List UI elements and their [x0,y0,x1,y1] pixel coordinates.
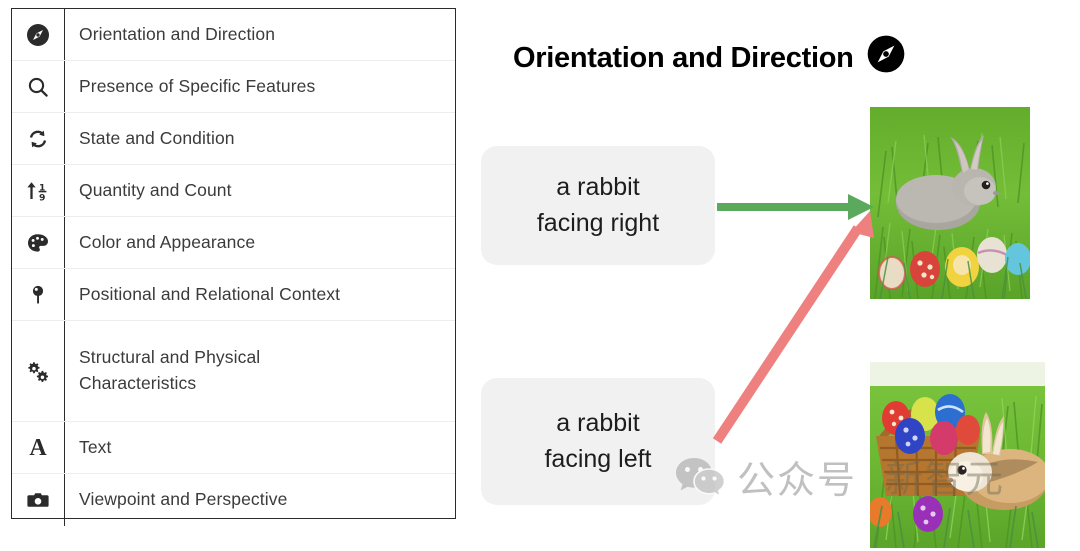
photo-rabbit-facing-left [870,362,1045,548]
caption-line-2: facing left [544,444,652,473]
palette-icon [12,217,65,268]
table-row-label: Quantity and Count [79,179,232,200]
table-row-label: Text [79,436,112,457]
caption-line-1: a rabbit [556,173,640,201]
camera-icon [12,474,65,526]
watermark-text: 公众号 [737,457,858,502]
table-row-label: Color and Appearance [79,231,256,252]
match-arrow [717,194,874,220]
table-row[interactable]: Positional and Relational Context [12,269,455,321]
caption-rabbit-facing-right: a rabbit facing right [481,146,715,265]
watermark-text-2: 新智元 [885,457,1006,501]
table-row-label: Structural and Physical Characteristics [79,347,261,393]
category-table: Orientation and Direction Presence of Sp… [11,8,456,526]
demo-panel: Orientation and Direction a rabbit facin… [470,0,1080,551]
table-row[interactable]: Color and Appearance [12,217,455,269]
compass-icon [12,9,65,60]
refresh-icon [12,113,65,164]
map-pin-icon [12,269,65,320]
wechat-watermark: 公众号 [675,455,857,504]
photo-rabbit-facing-right [870,107,1030,299]
page-title-text: Orientation and Direction [513,41,854,74]
search-icon [12,61,65,112]
svg-text:9: 9 [39,192,45,203]
table-row-label: Positional and Relational Context [79,283,341,304]
table-row-label: State and Condition [79,127,235,148]
letter-a-icon: A [12,422,65,473]
letter-a-glyph: A [29,434,47,461]
table-row[interactable]: A Text [12,422,455,474]
table-row[interactable]: 1 9 Quantity and Count [12,165,455,217]
table-row[interactable]: State and Condition [12,113,455,165]
table-row[interactable]: Structural and Physical Characteristics [12,321,455,422]
caption-line-1: a rabbit [556,409,640,437]
table-row-label: Viewpoint and Perspective [79,489,288,510]
table-row-label: Presence of Specific Features [79,75,316,96]
gears-icon [12,321,65,421]
wechat-icon [675,455,727,504]
table-row[interactable]: Viewpoint and Perspective [12,474,455,526]
table-row-label: Orientation and Direction [79,23,276,44]
sort-numeric-icon: 1 9 [12,165,65,216]
table-row[interactable]: Presence of Specific Features [12,61,455,113]
table-row[interactable]: Orientation and Direction [12,9,455,61]
compass-icon [866,34,906,82]
mismatch-arrow [712,211,874,444]
caption-line-2: facing right [536,208,660,237]
page-title: Orientation and Direction [513,34,906,82]
